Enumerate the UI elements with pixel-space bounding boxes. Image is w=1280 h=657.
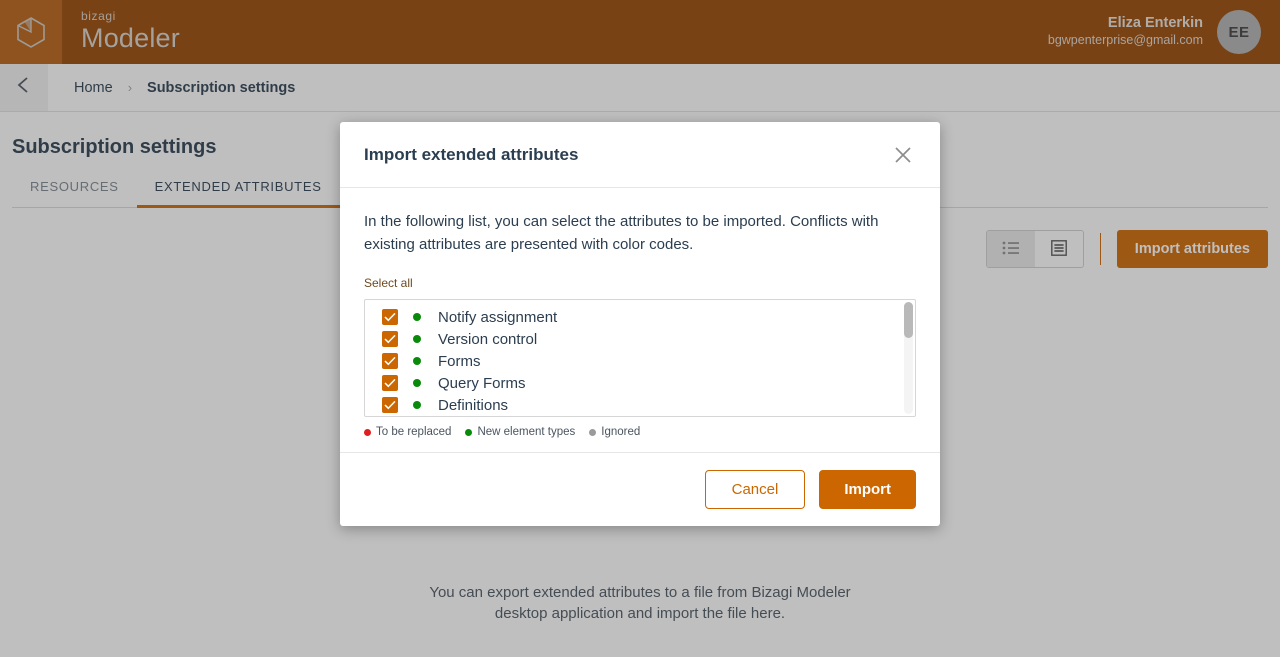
legend-dot-green [465, 428, 473, 436]
list-item-label: Query Forms [438, 374, 526, 392]
list-item[interactable]: Query Forms [365, 372, 915, 394]
legend-label: Ignored [601, 426, 641, 438]
attribute-list: Notify assignment Version control Forms … [364, 299, 916, 417]
list-item[interactable]: Version control [365, 328, 915, 350]
checkbox-icon[interactable] [382, 309, 398, 325]
import-button[interactable]: Import [819, 470, 916, 509]
status-dot [413, 335, 421, 343]
cancel-button[interactable]: Cancel [704, 470, 806, 509]
dialog-body: In the following list, you can select th… [340, 188, 940, 452]
checkbox-icon[interactable] [382, 331, 398, 347]
list-item-label: Definitions [438, 396, 509, 414]
close-icon[interactable] [890, 142, 916, 168]
scrollbar[interactable] [904, 302, 913, 414]
list-item[interactable]: Definitions [365, 394, 915, 416]
select-all-link[interactable]: Select all [364, 276, 413, 290]
legend-item-ignored: Ignored [589, 426, 640, 438]
list-item[interactable]: Forms [365, 350, 915, 372]
attribute-list-scroll: Notify assignment Version control Forms … [365, 300, 915, 416]
status-dot [413, 379, 421, 387]
dialog-description: In the following list, you can select th… [364, 213, 879, 253]
list-item-label: Version control [438, 330, 538, 348]
list-item-label: Forms [438, 352, 481, 370]
status-dot [413, 313, 421, 321]
legend-item-to-be-replaced: To be replaced [364, 426, 451, 438]
dialog-footer: Cancel Import [340, 452, 940, 526]
dialog-header: Import extended attributes [340, 122, 940, 188]
legend-item-new-element-types: New element types [465, 426, 575, 438]
dialog-title: Import extended attributes [364, 144, 579, 164]
legend-dot-red [364, 428, 371, 436]
import-extended-attributes-dialog: Import extended attributes In the follow… [340, 122, 940, 526]
status-dot [413, 357, 421, 365]
scrollbar-thumb[interactable] [904, 302, 913, 338]
checkbox-icon[interactable] [382, 353, 398, 369]
list-item[interactable]: Notify assignment [365, 306, 915, 328]
status-legend: To be replaced New element types Ignored [364, 426, 916, 438]
list-item-label: Notify assignment [438, 308, 558, 326]
app-root: bizagi Modeler Eliza Enterkin bgwpenterp… [0, 0, 1280, 657]
status-dot [413, 401, 421, 409]
legend-label: To be replaced [376, 426, 452, 438]
checkbox-icon[interactable] [382, 375, 398, 391]
legend-dot-gray [589, 428, 597, 436]
checkbox-icon[interactable] [382, 397, 398, 413]
legend-label: New element types [477, 426, 576, 438]
